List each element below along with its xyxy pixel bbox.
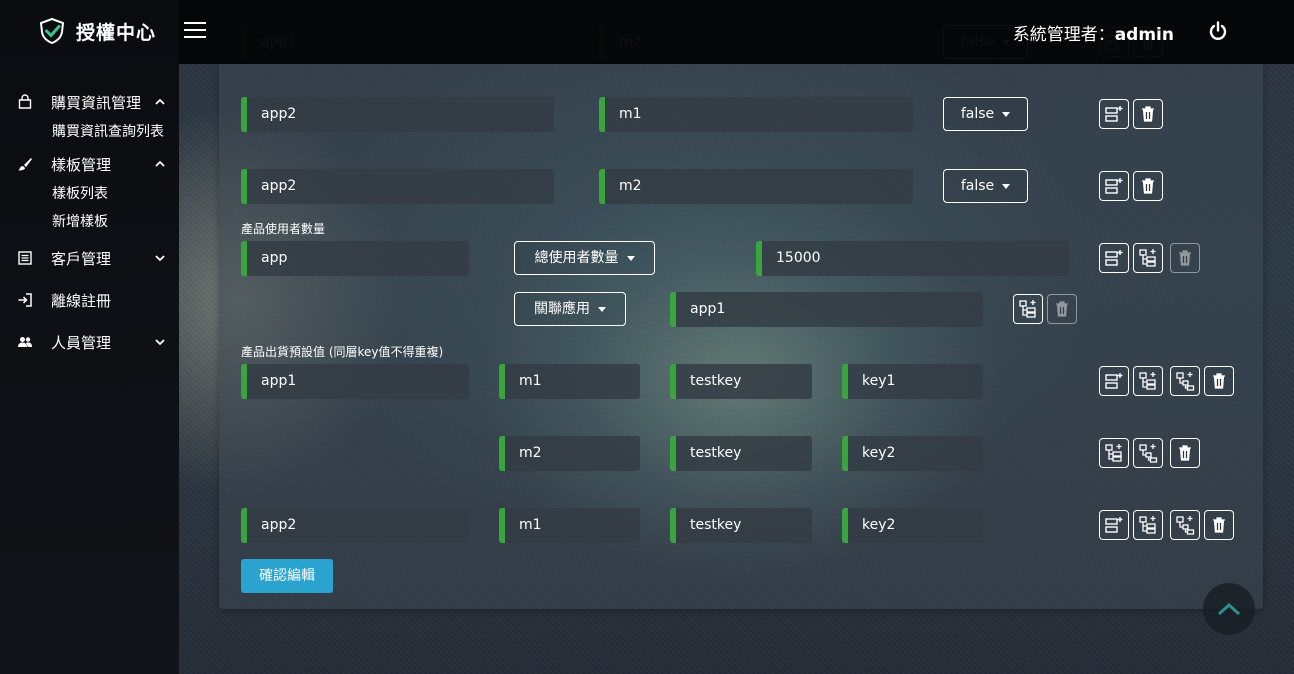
scroll-to-top-button[interactable] [1203,583,1255,635]
add-row-button[interactable] [1099,99,1129,129]
chevron-up-icon [155,160,165,167]
trash-icon [1179,250,1191,266]
delete-button[interactable] [1170,438,1200,468]
add-child-icon [1139,249,1156,267]
user-count-type-dropdown[interactable]: 總使用者數量 [514,241,655,275]
user-count-value-field[interactable]: 15000 [756,241,1069,276]
sidebar-item-purchase[interactable]: 購買資訊管理 [0,86,179,118]
add-child-icon [1139,516,1156,534]
confirm-edit-button[interactable]: 確認編輯 [241,559,333,593]
assoc-app-dropdown[interactable]: 關聯應用 [514,292,626,326]
sidebar-menu: 購買資訊管理 購買資訊查詢列表 樣板管理 樣板列表 新增樣板 客戶管理 離線註冊… [0,86,179,358]
add-row-icon [1105,373,1123,389]
delete-button[interactable] [1133,99,1163,129]
menu-toggle-icon[interactable] [184,22,206,38]
caret-down-icon [1002,111,1011,117]
default-module-field[interactable]: m1 [499,508,640,543]
sidebar-subitem-purchase-list[interactable]: 購買資訊查詢列表 [0,118,179,146]
sign-in-icon [16,291,34,309]
tree-add-icon [1139,444,1158,463]
add-child-button[interactable] [1099,438,1129,468]
module-name-field[interactable]: m2 [599,169,913,204]
trash-icon [1142,178,1154,194]
default-key-field[interactable]: testkey [670,364,812,399]
default-module-field[interactable]: m2 [499,436,640,471]
delete-button[interactable] [1204,366,1234,396]
sidebar: 授權中心 購買資訊管理 購買資訊查詢列表 樣板管理 樣板列表 新增樣板 客戶管理… [0,0,206,674]
add-grandchild-button[interactable] [1170,510,1200,540]
sidebar-item-customer[interactable]: 客戶管理 [0,242,179,274]
add-row-button[interactable] [1099,510,1129,540]
shield-logo-icon [39,17,65,45]
default-app-field[interactable]: app2 [241,508,469,543]
delete-button[interactable] [1047,294,1077,324]
add-row-icon [1105,517,1123,533]
trash-icon [1213,517,1225,533]
add-child-icon [1019,300,1036,318]
defaults-label: 產品出貨預設值 (同層key值不得重複) [241,345,444,359]
bag-icon [16,93,34,111]
add-child-button[interactable] [1133,510,1163,540]
default-value-field[interactable]: key2 [842,508,983,543]
module-app-field[interactable]: app2 [241,169,554,204]
sidebar-subitem-template-new[interactable]: 新增樣板 [0,208,179,236]
trash-icon [1142,106,1154,122]
default-module-field[interactable]: m1 [499,364,640,399]
top-bar: 系統管理者：admin [179,0,1294,64]
default-key-field[interactable]: testkey [670,508,812,543]
admin-label: 系統管理者：admin [1012,25,1174,45]
list-icon [16,249,34,267]
trash-icon [1179,445,1191,461]
add-grandchild-button[interactable] [1133,438,1163,468]
add-child-button[interactable] [1133,366,1163,396]
power-icon[interactable] [1208,21,1228,41]
user-count-label: 產品使用者數量 [241,222,326,236]
default-value-field[interactable]: key1 [842,364,983,399]
sidebar-item-offline-register[interactable]: 離線註冊 [0,284,179,316]
delete-button[interactable] [1204,510,1234,540]
add-row-button[interactable] [1099,243,1129,273]
add-child-button[interactable] [1133,243,1163,273]
add-row-icon [1105,178,1123,194]
add-row-button[interactable] [1099,171,1129,201]
user-count-app-field[interactable]: app [241,241,469,276]
users-icon [16,333,34,351]
default-key-field[interactable]: testkey [670,436,812,471]
default-value-field[interactable]: key2 [842,436,983,471]
add-child-button[interactable] [1013,294,1043,324]
caret-down-icon [1002,183,1011,189]
add-child-icon [1139,372,1156,390]
module-name-field[interactable]: m1 [599,97,913,132]
trash-icon [1213,373,1225,389]
chevron-up-icon [155,98,165,105]
module-app-field[interactable]: app2 [241,97,554,132]
sidebar-item-staff[interactable]: 人員管理 [0,326,179,358]
brush-icon [16,155,34,173]
caret-down-icon [626,255,635,261]
module-value-dropdown[interactable]: false [943,97,1028,131]
sidebar-item-template[interactable]: 樣板管理 [0,148,179,180]
add-grandchild-button[interactable] [1170,366,1200,396]
chevron-up-icon [1217,602,1241,616]
caret-down-icon [598,306,606,312]
add-row-icon [1105,106,1123,122]
chevron-down-icon [155,255,165,262]
brand[interactable]: 授權中心 [38,16,156,46]
add-child-icon [1105,444,1122,462]
delete-button[interactable] [1170,243,1200,273]
tree-add-icon [1176,372,1195,391]
assoc-app-field[interactable]: app1 [670,292,983,327]
sidebar-subitem-template-list[interactable]: 樣板列表 [0,180,179,208]
add-row-icon [1105,250,1123,266]
chevron-down-icon [155,339,165,346]
brand-title: 授權中心 [76,21,157,44]
module-value-dropdown[interactable]: false [943,169,1028,203]
add-row-button[interactable] [1099,366,1129,396]
default-app-field[interactable]: app1 [241,364,469,399]
tree-add-icon [1176,516,1195,535]
delete-button[interactable] [1133,171,1163,201]
trash-icon [1056,301,1068,317]
